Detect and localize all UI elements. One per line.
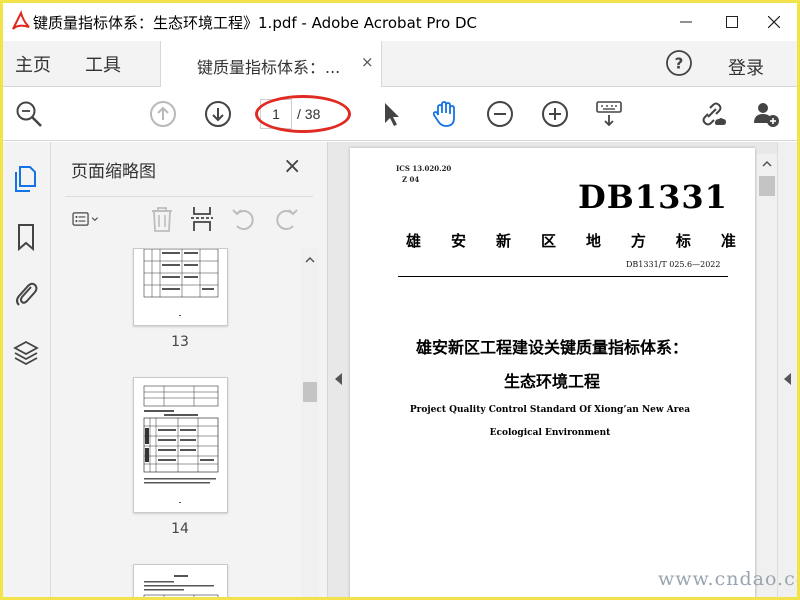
- select-cursor-icon[interactable]: [376, 99, 406, 129]
- help-icon[interactable]: ?: [665, 49, 693, 77]
- standard-name-char: 标: [675, 232, 691, 250]
- document-tab[interactable]: 键质量指标体系：... ×: [160, 41, 382, 87]
- right-panel-rail: [777, 142, 797, 597]
- window-title: 键质量指标体系：生态环境工程》1.pdf - Adobe Acrobat Pro…: [33, 14, 478, 32]
- page-thumbnails-icon[interactable]: [12, 164, 40, 194]
- thumbnail-page-content: [143, 385, 219, 503]
- left-tool-rail: [3, 142, 51, 597]
- thumbnail-panel: 页面缩略图 × 13 14: [51, 142, 328, 597]
- title-cn-line2: 生态环境工程: [503, 372, 600, 391]
- document-viewer: ICS 13.020.20 Z 04 DB1331 雄 安 新 区 地 方 标 …: [328, 142, 797, 597]
- minimize-button[interactable]: [663, 3, 709, 41]
- title-en-line1: Project Quality Control Standard Of Xion…: [409, 405, 691, 415]
- maximize-button[interactable]: [709, 3, 755, 41]
- acrobat-icon: [12, 10, 30, 30]
- standard-name-char: 新: [495, 232, 511, 250]
- tab-bar: 主页 工具 键质量指标体系：... × ? 登录: [3, 41, 797, 87]
- document-tab-label: 键质量指标体系：...: [197, 58, 341, 77]
- zoom-in-icon[interactable]: [540, 99, 570, 129]
- svg-text:?: ?: [675, 55, 684, 73]
- thumbnail-list: 13 14: [65, 248, 301, 597]
- app-window: 键质量指标体系：生态环境工程》1.pdf - Adobe Acrobat Pro…: [0, 0, 800, 600]
- delete-icon[interactable]: [147, 204, 177, 234]
- thumbnail-page-content: [143, 575, 219, 597]
- header-rule: [398, 276, 728, 277]
- thumbnail-scrollbar[interactable]: [301, 248, 319, 597]
- standard-logo: DB1331: [578, 178, 728, 216]
- scroll-up-icon[interactable]: [301, 252, 319, 268]
- thumbnail-page-13[interactable]: [133, 248, 228, 326]
- ics-code: ICS 13.020.20: [396, 164, 452, 173]
- document-tab-close-button[interactable]: ×: [361, 53, 374, 71]
- zoom-out-icon[interactable]: [485, 99, 515, 129]
- document-scroll-thumb[interactable]: [759, 176, 775, 196]
- title-cn-line1: 雄安新区工程建设关键质量指标体系：: [415, 338, 688, 357]
- attachment-icon[interactable]: [12, 278, 40, 308]
- expand-right-panel-icon[interactable]: [783, 372, 793, 386]
- scroll-up-icon[interactable]: [757, 156, 777, 172]
- thumbnail-options-icon[interactable]: [71, 204, 101, 234]
- main-toolbar: [3, 87, 797, 141]
- standard-name-char: 区: [540, 232, 556, 250]
- standard-number: DB1331/T 025.6—2022: [626, 260, 721, 269]
- watermark: www.cndao.com: [658, 568, 797, 590]
- tab-tools[interactable]: 工具: [85, 51, 121, 77]
- collapse-left-panel-icon[interactable]: [334, 372, 344, 386]
- pdf-page: ICS 13.020.20 Z 04 DB1331 雄 安 新 区 地 方 标 …: [350, 148, 755, 597]
- standard-name-char: 安: [450, 232, 466, 250]
- rotate-cw-icon[interactable]: [271, 204, 301, 234]
- next-page-icon[interactable]: [203, 99, 233, 129]
- close-icon: [768, 16, 780, 28]
- maximize-icon: [726, 16, 738, 28]
- close-window-button[interactable]: [751, 3, 797, 41]
- minimize-icon: [680, 21, 692, 23]
- search-zoom-icon[interactable]: [14, 99, 44, 129]
- standard-name-char: 地: [585, 232, 601, 250]
- share-link-icon[interactable]: [697, 99, 727, 129]
- thumbnail-page-number: 14: [171, 521, 189, 537]
- hand-tool-icon[interactable]: [430, 99, 460, 129]
- thumbnail-scroll-thumb[interactable]: [303, 382, 317, 402]
- thumbnail-page-14[interactable]: [133, 377, 228, 513]
- document-scrollbar[interactable]: [757, 154, 777, 597]
- rotate-ccw-icon[interactable]: [229, 204, 259, 234]
- classification-code: Z 04: [402, 175, 420, 184]
- standard-name-char: 雄: [406, 232, 422, 250]
- title-en-line2: Ecological Environment: [489, 428, 611, 438]
- thumbnail-panel-close-button[interactable]: ×: [283, 154, 301, 179]
- standard-name: 雄 安 新 区 地 方 标 准: [406, 230, 736, 251]
- highlight-ellipse: [255, 95, 351, 133]
- add-user-icon[interactable]: [751, 99, 781, 129]
- thumbnail-page-number: 13: [171, 334, 189, 350]
- sign-in-button[interactable]: 登录: [728, 54, 764, 80]
- standard-name-char: 方: [630, 232, 646, 250]
- keyboard-scroll-icon[interactable]: [594, 99, 624, 129]
- previous-page-icon[interactable]: [148, 99, 178, 129]
- extract-pages-icon[interactable]: [187, 204, 217, 234]
- thumbnail-panel-title: 页面缩略图: [71, 162, 156, 182]
- title-bar: 键质量指标体系：生态环境工程》1.pdf - Adobe Acrobat Pro…: [3, 3, 797, 41]
- tab-home[interactable]: 主页: [15, 51, 51, 77]
- layers-icon[interactable]: [12, 338, 40, 368]
- bookmark-icon[interactable]: [12, 222, 40, 252]
- thumbnail-page-15[interactable]: [133, 564, 228, 597]
- thumbnail-page-content: [143, 248, 219, 316]
- standard-name-char: 准: [720, 232, 736, 250]
